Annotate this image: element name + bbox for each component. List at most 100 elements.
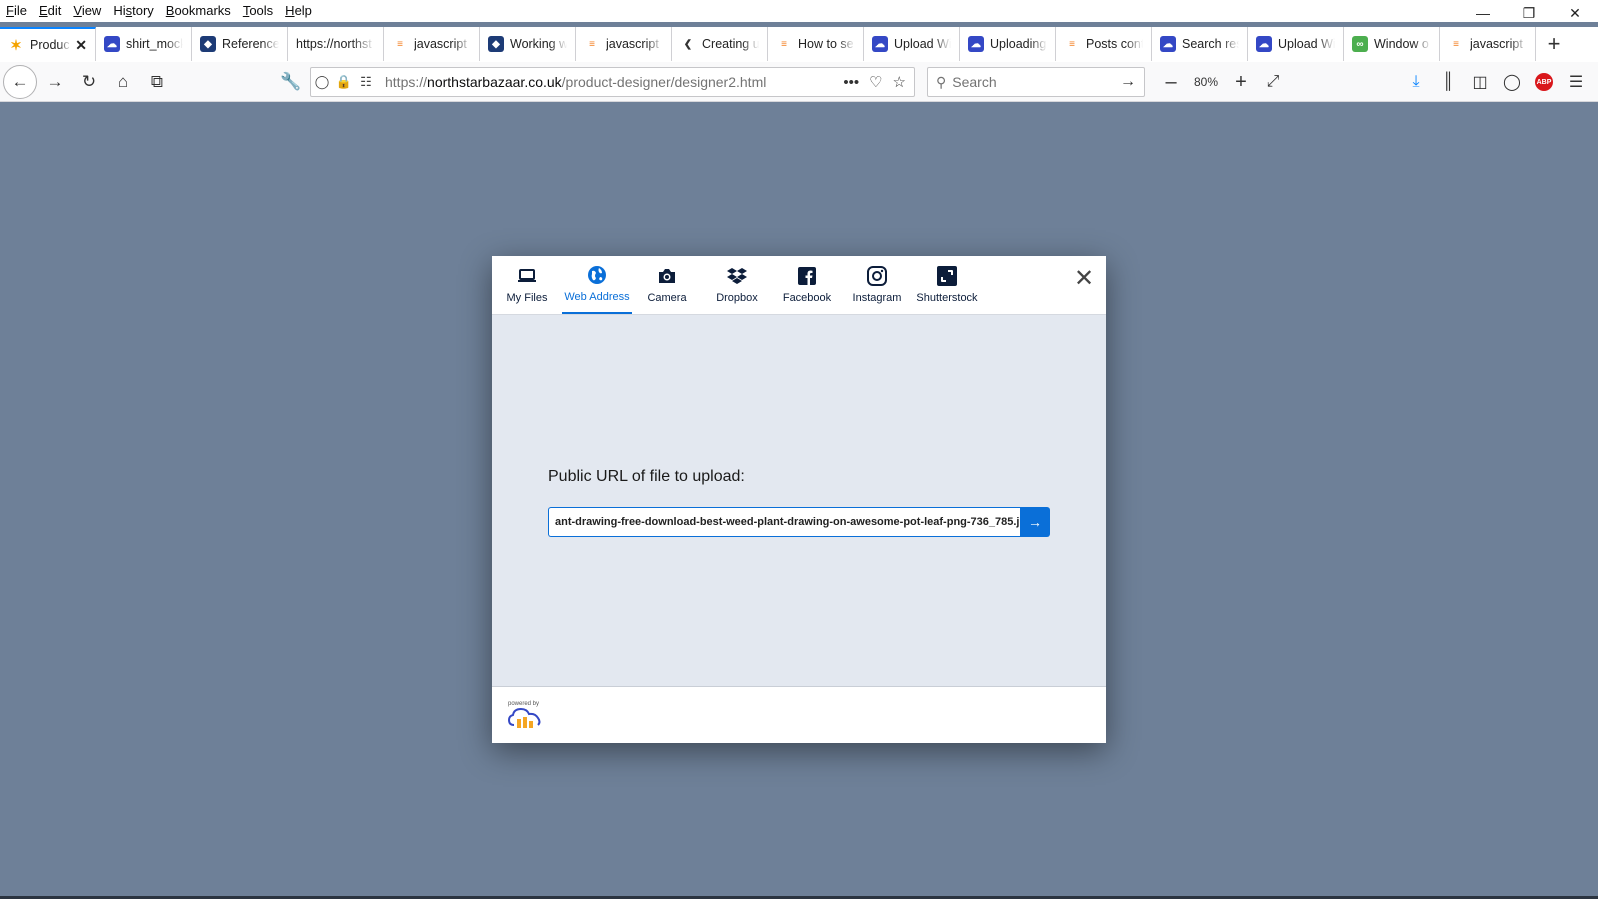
reference-icon: ◆ — [200, 36, 216, 52]
stackoverflow-icon: ≡ — [1448, 36, 1464, 52]
shutterstock-icon — [937, 266, 957, 286]
cloudinary-icon: ☁ — [1160, 36, 1176, 52]
window-close-icon[interactable]: ✕ — [1552, 0, 1598, 26]
upload-widget-modal: My Files Web Address Camera Dropbox Face… — [492, 256, 1106, 743]
stackoverflow-icon: ≡ — [392, 36, 408, 52]
url-submit-button[interactable]: → — [1020, 507, 1050, 537]
hamburger-menu-icon[interactable]: ☰ — [1560, 66, 1592, 98]
web-address-panel: Public URL of file to upload: ant-drawin… — [492, 315, 1106, 687]
public-url-input[interactable]: ant-drawing-free-download-best-weed-plan… — [548, 507, 1020, 537]
tab-northstar[interactable]: https://northst — [288, 27, 384, 61]
stackoverflow-icon: ≡ — [1064, 36, 1080, 52]
permissions-icon[interactable]: ☷ — [355, 74, 377, 90]
lock-icon[interactable]: 🔒 — [333, 74, 355, 90]
modal-close-icon[interactable]: ✕ — [1072, 265, 1096, 292]
tab-reference[interactable]: ◆ Reference — [192, 27, 288, 61]
stackoverflow-icon: ≡ — [584, 36, 600, 52]
source-tab-my-files[interactable]: My Files — [492, 256, 562, 314]
right-toolbar: ⤓ ║ ◫ ◯ ABP ☰ — [1400, 66, 1592, 98]
tab-upload-1[interactable]: ☁ Upload Wi — [864, 27, 960, 61]
tab-javascript-1[interactable]: ≡ javascript — [384, 27, 480, 61]
powered-by-logo[interactable]: powered by — [507, 701, 542, 732]
cloudinary-logo-icon — [507, 707, 541, 728]
menu-tools[interactable]: Tools — [237, 1, 279, 21]
source-tab-shutterstock[interactable]: Shutterstock — [912, 256, 982, 314]
pocket-icon[interactable]: ♡ — [869, 73, 882, 91]
account-icon[interactable]: ◯ — [1496, 66, 1528, 98]
tab-upload-2[interactable]: ☁ Upload Wi — [1248, 27, 1344, 61]
search-bar[interactable]: ⚲ Search → — [927, 67, 1145, 97]
adblock-icon[interactable]: ABP — [1528, 66, 1560, 98]
forward-icon[interactable]: → — [39, 66, 71, 98]
zoom-controls: – 80% + ⤢ — [1155, 66, 1289, 98]
new-tab-icon[interactable]: + — [1536, 27, 1572, 61]
fullscreen-icon[interactable]: ⤢ — [1257, 66, 1289, 98]
dropbox-icon — [727, 266, 747, 286]
laptop-icon — [517, 266, 537, 286]
zoom-level[interactable]: 80% — [1187, 75, 1225, 89]
tab-javascript-2[interactable]: ≡ javascript — [576, 27, 672, 61]
home-icon[interactable]: ⌂ — [107, 66, 139, 98]
menu-history[interactable]: History — [107, 1, 159, 21]
new-window-icon[interactable]: ⧉ — [141, 66, 173, 98]
tab-working-with[interactable]: ◆ Working w — [480, 27, 576, 61]
dev-icon: ❮ — [680, 36, 696, 52]
tab-javascript-3[interactable]: ≡ javascript — [1440, 27, 1536, 61]
page-actions-icon[interactable]: ••• — [843, 74, 859, 91]
globe-icon — [587, 265, 607, 285]
source-tab-dropbox[interactable]: Dropbox — [702, 256, 772, 314]
wrench-icon[interactable]: 🔧 — [275, 66, 307, 98]
restore-icon[interactable]: ❐ — [1506, 0, 1552, 26]
tab-product-designer[interactable]: ✶ Produc ✕ — [0, 27, 96, 61]
source-tab-facebook[interactable]: Facebook — [772, 256, 842, 314]
green-icon: ∞ — [1352, 36, 1368, 52]
downloads-icon[interactable]: ⤓ — [1400, 66, 1432, 98]
facebook-icon — [797, 266, 817, 286]
minimize-icon[interactable]: — — [1460, 0, 1506, 26]
stackoverflow-icon: ≡ — [776, 36, 792, 52]
search-go-icon[interactable]: → — [1120, 73, 1136, 91]
menu-view[interactable]: View — [67, 1, 107, 21]
source-tab-camera[interactable]: Camera — [632, 256, 702, 314]
zoom-in-icon[interactable]: + — [1225, 66, 1257, 98]
nav-toolbar: ← → ↻ ⌂ ⧉ 🔧 ◯ 🔒 ☷ https://northstarbazaa… — [0, 62, 1598, 102]
reference-icon: ◆ — [488, 36, 504, 52]
camera-icon — [657, 266, 677, 286]
back-icon[interactable]: ← — [3, 64, 37, 99]
cloudinary-icon: ☁ — [872, 36, 888, 52]
bookmark-star-icon[interactable]: ☆ — [893, 73, 906, 91]
tab-uploading[interactable]: ☁ Uploading — [960, 27, 1056, 61]
reload-icon[interactable]: ↻ — [73, 66, 105, 98]
modal-footer: powered by — [492, 687, 1106, 743]
menu-file[interactable]: File — [0, 1, 33, 21]
menu-bar: File Edit View History Bookmarks Tools H… — [0, 0, 1598, 22]
source-tab-instagram[interactable]: Instagram — [842, 256, 912, 314]
shield-icon[interactable]: ◯ — [311, 74, 333, 90]
library-icon[interactable]: ║ — [1432, 66, 1464, 98]
tab-how-to[interactable]: ≡ How to se — [768, 27, 864, 61]
source-tabs: My Files Web Address Camera Dropbox Face… — [492, 256, 1106, 315]
source-tab-web-address[interactable]: Web Address — [562, 256, 632, 314]
menu-help[interactable]: Help — [279, 1, 318, 21]
menu-edit[interactable]: Edit — [33, 1, 67, 21]
tab-shirt-mock[interactable]: ☁ shirt_mock — [96, 27, 192, 61]
arrow-right-icon: → — [1028, 514, 1042, 530]
tab-strip: ✶ Produc ✕ ☁ shirt_mock ◆ Reference http… — [0, 27, 1598, 62]
tab-close-icon[interactable]: ✕ — [75, 37, 87, 54]
address-bar[interactable]: ◯ 🔒 ☷ https://northstarbazaar.co.uk/prod… — [310, 67, 915, 97]
cloudinary-icon: ☁ — [104, 36, 120, 52]
url-input-group: ant-drawing-free-download-best-weed-plan… — [548, 507, 1050, 537]
search-icon: ⚲ — [936, 73, 947, 90]
cloudinary-icon: ☁ — [968, 36, 984, 52]
star-icon: ✶ — [8, 37, 24, 53]
url-text[interactable]: https://northstarbazaar.co.uk/product-de… — [385, 74, 766, 90]
sidebar-icon[interactable]: ◫ — [1464, 66, 1496, 98]
zoom-out-icon[interactable]: – — [1155, 66, 1187, 98]
tab-posts[interactable]: ≡ Posts cont — [1056, 27, 1152, 61]
menu-bookmarks[interactable]: Bookmarks — [160, 1, 237, 21]
url-field-label: Public URL of file to upload: — [548, 468, 745, 485]
cloudinary-icon: ☁ — [1256, 36, 1272, 52]
tab-creating[interactable]: ❮ Creating u — [672, 27, 768, 61]
tab-window[interactable]: ∞ Window o — [1344, 27, 1440, 61]
tab-search-results[interactable]: ☁ Search res — [1152, 27, 1248, 61]
